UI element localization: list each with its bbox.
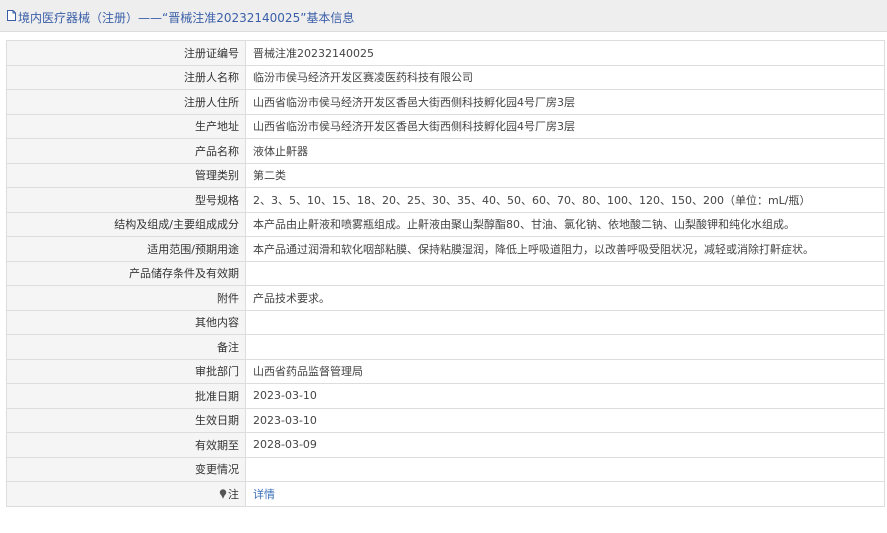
field-label: 管理类别: [6, 162, 246, 188]
field-value: 山西省临汾市侯马经济开发区香邑大街西侧科技孵化园4号厂房3层: [245, 113, 885, 139]
field-label: 有效期至: [6, 432, 246, 458]
note-row: 注 详情: [6, 481, 885, 507]
field-value: 液体止鼾器: [245, 138, 885, 164]
field-label: 备注: [6, 334, 246, 360]
table-row: 产品储存条件及有效期: [6, 260, 885, 286]
pin-icon: [219, 489, 227, 499]
field-label: 批准日期: [6, 383, 246, 409]
field-value: 产品技术要求。: [245, 285, 885, 311]
details-link[interactable]: 详情: [253, 488, 275, 501]
field-label: 结构及组成/主要组成成分: [6, 211, 246, 237]
field-label: 注册人名称: [6, 64, 246, 90]
table-row: 结构及组成/主要组成成分 本产品由止鼾液和喷雾瓶组成。止鼾液由聚山梨醇酯80、甘油…: [6, 211, 885, 237]
field-value: [245, 260, 885, 286]
note-label-cell: 注: [6, 481, 246, 507]
field-label: 审批部门: [6, 358, 246, 384]
field-label: 型号规格: [6, 187, 246, 213]
note-label: 注: [228, 487, 239, 501]
table-row: 审批部门 山西省药品监督管理局: [6, 358, 885, 384]
table-row: 附件 产品技术要求。: [6, 285, 885, 311]
field-value: 2023-03-10: [245, 383, 885, 409]
table-row: 其他内容: [6, 309, 885, 335]
field-value: 2、3、5、10、15、18、20、25、30、35、40、50、60、70、8…: [245, 187, 885, 213]
table-row: 生效日期 2023-03-10: [6, 407, 885, 433]
field-value: 山西省临汾市侯马经济开发区香邑大街西侧科技孵化园4号厂房3层: [245, 89, 885, 115]
field-label: 生效日期: [6, 407, 246, 433]
page-title: 境内医疗器械（注册）——“晋械注准20232140025”基本信息: [18, 11, 355, 25]
field-label: 产品名称: [6, 138, 246, 164]
field-value: [245, 309, 885, 335]
table-row: 注册人名称 临汾市侯马经济开发区赛凌医药科技有限公司: [6, 64, 885, 90]
field-value: 2028-03-09: [245, 432, 885, 458]
table-row: 批准日期 2023-03-10: [6, 383, 885, 409]
table-row: 管理类别 第二类: [6, 162, 885, 188]
table-row: 型号规格 2、3、5、10、15、18、20、25、30、35、40、50、60、…: [6, 187, 885, 213]
field-value: 山西省药品监督管理局: [245, 358, 885, 384]
field-value: 晋械注准20232140025: [245, 40, 885, 66]
table-row: 变更情况: [6, 456, 885, 482]
basic-info-table: 注册证编号 晋械注准20232140025 注册人名称 临汾市侯马经济开发区赛凌医药科…: [6, 40, 885, 507]
field-label: 生产地址: [6, 113, 246, 139]
field-value: 2023-03-10: [245, 407, 885, 433]
field-value: [245, 334, 885, 360]
table-row: 产品名称 液体止鼾器: [6, 138, 885, 164]
table-row: 注册人住所 山西省临汾市侯马经济开发区香邑大街西侧科技孵化园4号厂房3层: [6, 89, 885, 115]
field-value: [245, 456, 885, 482]
table-row: 适用范围/预期用途 本产品通过润滑和软化咽部粘膜、保持粘膜湿润，降低上呼吸道阻力，…: [6, 236, 885, 262]
field-value: 本产品由止鼾液和喷雾瓶组成。止鼾液由聚山梨醇酯80、甘油、氯化钠、依地酸二钠、山…: [245, 211, 885, 237]
field-label: 适用范围/预期用途: [6, 236, 246, 262]
field-label: 变更情况: [6, 456, 246, 482]
field-label: 注册人住所: [6, 89, 246, 115]
field-label: 附件: [6, 285, 246, 311]
page-header: 境内医疗器械（注册）——“晋械注准20232140025”基本信息: [0, 0, 887, 32]
field-label: 注册证编号: [6, 40, 246, 66]
field-label: 产品储存条件及有效期: [6, 260, 246, 286]
field-value: 本产品通过润滑和软化咽部粘膜、保持粘膜湿润，降低上呼吸道阻力，以改善呼吸受阻状况…: [245, 236, 885, 262]
table-row: 备注: [6, 334, 885, 360]
table-row: 有效期至 2028-03-09: [6, 432, 885, 458]
table-row: 注册证编号 晋械注准20232140025: [6, 40, 885, 66]
document-icon: [7, 10, 16, 21]
note-value-cell: 详情: [245, 481, 885, 507]
field-value: 第二类: [245, 162, 885, 188]
table-row: 生产地址 山西省临汾市侯马经济开发区香邑大街西侧科技孵化园4号厂房3层: [6, 113, 885, 139]
field-label: 其他内容: [6, 309, 246, 335]
field-value: 临汾市侯马经济开发区赛凌医药科技有限公司: [245, 64, 885, 90]
